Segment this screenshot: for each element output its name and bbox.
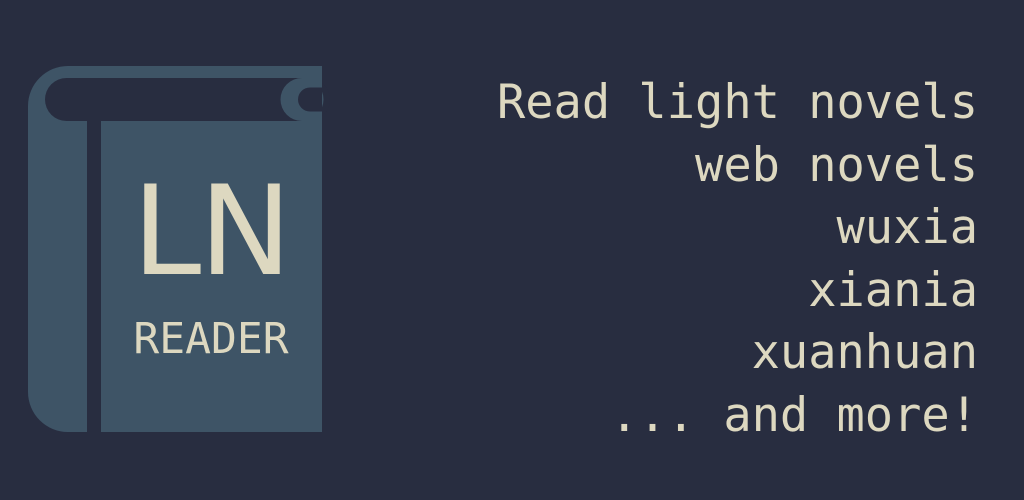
tagline: xiania (808, 262, 978, 318)
tagline: wuxia (836, 200, 978, 255)
app-logo: LN READER (0, 0, 340, 500)
tagline: web novels (695, 137, 978, 193)
tagline-list: Read light novels web novels wuxia xiani… (497, 72, 978, 447)
logo-subtitle: READER (133, 314, 289, 364)
tagline: ... and more! (610, 387, 978, 443)
tagline: xuanhuan (751, 325, 978, 380)
logo-title: LN (132, 160, 292, 304)
tagline: Read light novels (496, 75, 978, 130)
